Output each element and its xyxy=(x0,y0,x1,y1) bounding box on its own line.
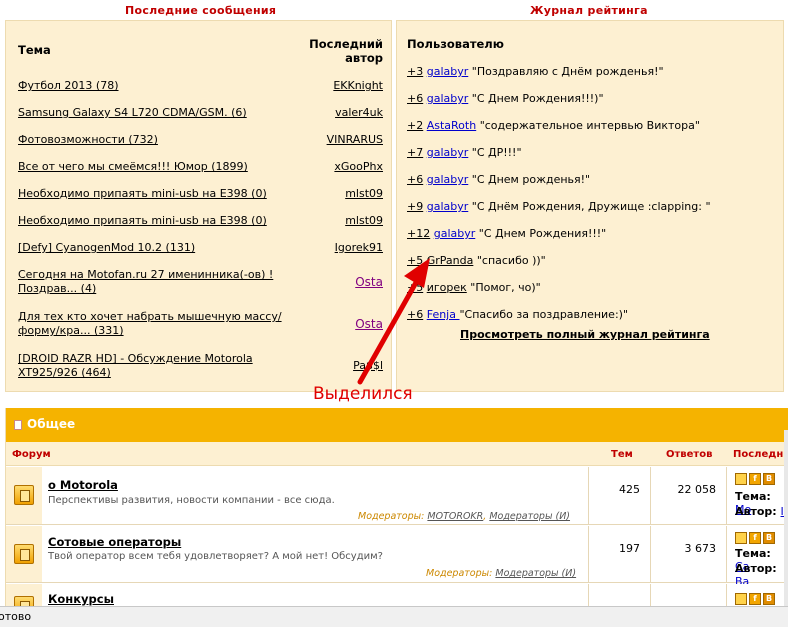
forum-name-link[interactable]: о Motorola xyxy=(48,478,118,492)
envelope-icon[interactable] xyxy=(735,473,747,485)
status-bar: отово xyxy=(0,606,788,627)
annotation-arrow-head xyxy=(404,258,430,288)
moderator-link[interactable]: Модераторы (И) xyxy=(489,511,570,522)
forum-moderators: Модераторы: Модераторы (И) xyxy=(426,568,577,579)
envelope-icon[interactable] xyxy=(735,593,747,605)
moderator-link[interactable]: MOTOROKR xyxy=(427,511,483,522)
last-post-column-header: Последн xyxy=(733,449,784,460)
forum-row: Сотовые операторы Твой оператор всем теб… xyxy=(6,526,788,588)
forum-icon-cell xyxy=(6,467,42,524)
category-icon xyxy=(14,420,22,430)
vk-icon[interactable]: B xyxy=(763,593,775,605)
status-text: отово xyxy=(0,610,32,623)
facebook-icon[interactable]: f xyxy=(749,593,761,605)
category-bar: Общее xyxy=(6,408,788,442)
replies-count: 3 673 xyxy=(684,542,717,555)
facebook-icon[interactable]: f xyxy=(749,532,761,544)
forum-description: Твой оператор всем тебя удовлетворяет? А… xyxy=(48,551,383,562)
topics-column-header: Тем xyxy=(611,449,633,460)
forum-row: о Motorola Перспективы развития, новости… xyxy=(6,467,788,525)
forum-icon-cell xyxy=(6,526,42,582)
forum-folder-icon xyxy=(14,544,34,564)
forum-page: Последние сообщения Журнал рейтинга Тема… xyxy=(0,0,788,627)
forum-column-headers: Форум Тем Ответов Последн xyxy=(6,442,788,466)
annotation-arrow-shaft xyxy=(357,276,421,385)
replies-column-header: Ответов xyxy=(666,449,713,460)
forum-moderators: Модераторы: MOTOROKR, Модераторы (И) xyxy=(358,511,571,522)
category-title[interactable]: Общее xyxy=(27,417,75,431)
forum-column-header: Форум xyxy=(12,449,51,460)
facebook-icon[interactable]: f xyxy=(749,473,761,485)
envelope-icon[interactable] xyxy=(735,532,747,544)
topics-count: 197 xyxy=(619,542,640,555)
moderator-link[interactable]: Модераторы (И) xyxy=(495,568,576,579)
last-post-cell: fB Тема: Са Автор: Ва xyxy=(726,526,788,588)
forum-name-link[interactable]: Конкурсы xyxy=(48,592,114,606)
replies-count: 22 058 xyxy=(677,483,717,496)
forum-icon-cell xyxy=(6,584,42,616)
last-post-cell: fB xyxy=(726,584,788,606)
last-post-cell: fB Тема: Mo Автор: Il xyxy=(726,467,788,524)
forum-folder-icon xyxy=(14,485,34,505)
annotation-label: Выделился xyxy=(313,384,413,404)
vk-icon[interactable]: B xyxy=(763,532,775,544)
topics-count: 425 xyxy=(619,483,640,496)
vk-icon[interactable]: B xyxy=(763,473,775,485)
forum-table: Общее Форум Тем Ответов Последн о Motoro… xyxy=(5,408,788,616)
forum-description: Перспективы развития, новости компании -… xyxy=(48,495,335,506)
scrollbar-edge[interactable] xyxy=(784,430,788,606)
forum-name-link[interactable]: Сотовые операторы xyxy=(48,535,181,549)
forum-row: Конкурсы fB xyxy=(6,584,788,616)
